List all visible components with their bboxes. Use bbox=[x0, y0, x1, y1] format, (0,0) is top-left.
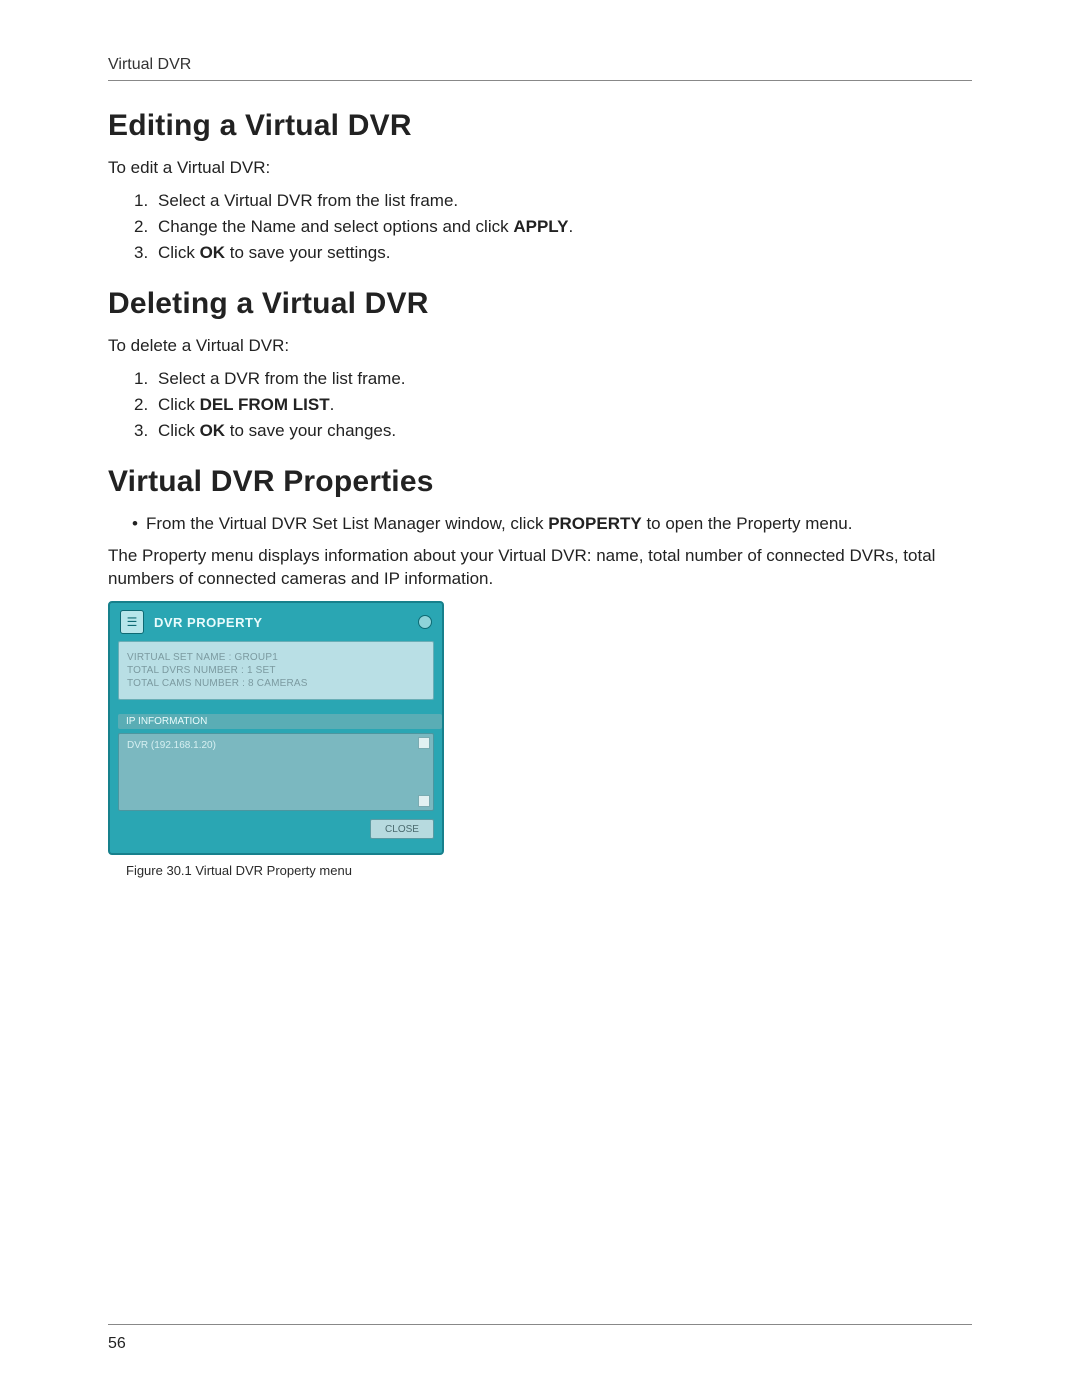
heading-properties: Virtual DVR Properties bbox=[108, 465, 972, 499]
property-row-name: VIRTUAL SET NAME : GROUP1 bbox=[127, 652, 425, 663]
step-text-tail: . bbox=[330, 395, 335, 414]
bottom-rule bbox=[108, 1324, 972, 1325]
step-text: Click bbox=[158, 395, 200, 414]
property-row-dvrs: TOTAL DVRS NUMBER : 1 SET bbox=[127, 665, 425, 676]
step: 3.Click OK to save your changes. bbox=[134, 420, 972, 443]
bullet-text-pre: From the Virtual DVR Set List Manager wi… bbox=[146, 514, 548, 533]
figure-caption: Figure 30.1 Virtual DVR Property menu bbox=[126, 863, 972, 878]
bullet-property: •From the Virtual DVR Set List Manager w… bbox=[132, 513, 972, 536]
page-number: 56 bbox=[108, 1335, 126, 1353]
step: 2.Click DEL FROM LIST. bbox=[134, 394, 972, 417]
intro-editing: To edit a Virtual DVR: bbox=[108, 157, 972, 180]
step-bold: APPLY bbox=[513, 217, 568, 236]
panel-header: ☰ DVR PROPERTY bbox=[110, 603, 442, 641]
step-bold: OK bbox=[200, 421, 226, 440]
step-text: Click bbox=[158, 421, 200, 440]
step-text-tail: . bbox=[568, 217, 573, 236]
scroll-down-button[interactable] bbox=[418, 795, 430, 807]
document-page: Virtual DVR Editing a Virtual DVR To edi… bbox=[0, 0, 1080, 1397]
step: 1.Select a DVR from the list frame. bbox=[134, 368, 972, 391]
ip-info-row: DVR (192.168.1.20) bbox=[127, 740, 425, 751]
step-text-tail: to save your settings. bbox=[225, 243, 390, 262]
ip-info-box: DVR (192.168.1.20) bbox=[118, 733, 434, 811]
step-text: Select a DVR from the list frame. bbox=[158, 369, 406, 388]
close-button[interactable]: CLOSE bbox=[370, 819, 434, 839]
bullet-bold: PROPERTY bbox=[548, 514, 642, 533]
step-number: 1. bbox=[134, 368, 158, 391]
figure-wrap: ☰ DVR PROPERTY VIRTUAL SET NAME : GROUP1… bbox=[108, 601, 972, 878]
panel-footer: CLOSE bbox=[118, 819, 434, 839]
panel-body: VIRTUAL SET NAME : GROUP1 TOTAL DVRS NUM… bbox=[118, 641, 434, 700]
step-text: Change the Name and select options and c… bbox=[158, 217, 513, 236]
ip-info-label: IP INFORMATION bbox=[118, 714, 442, 729]
top-rule bbox=[108, 80, 972, 81]
bullet-dot-icon: • bbox=[132, 513, 146, 536]
step-text: Select a Virtual DVR from the list frame… bbox=[158, 191, 458, 210]
step-text: Click bbox=[158, 243, 200, 262]
step-bold: DEL FROM LIST bbox=[200, 395, 330, 414]
heading-editing: Editing a Virtual DVR bbox=[108, 109, 972, 143]
steps-deleting: 1.Select a DVR from the list frame. 2.Cl… bbox=[134, 368, 972, 443]
properties-paragraph: The Property menu displays information a… bbox=[108, 545, 972, 591]
panel-title: DVR PROPERTY bbox=[154, 615, 408, 630]
intro-deleting: To delete a Virtual DVR: bbox=[108, 335, 972, 358]
step-number: 3. bbox=[134, 420, 158, 443]
bullet-text-post: to open the Property menu. bbox=[642, 514, 853, 533]
running-head: Virtual DVR bbox=[108, 56, 972, 74]
step-number: 1. bbox=[134, 190, 158, 213]
heading-deleting: Deleting a Virtual DVR bbox=[108, 287, 972, 321]
dvr-property-panel: ☰ DVR PROPERTY VIRTUAL SET NAME : GROUP1… bbox=[108, 601, 444, 855]
step: 3.Click OK to save your settings. bbox=[134, 242, 972, 265]
step: 1.Select a Virtual DVR from the list fra… bbox=[134, 190, 972, 213]
step-number: 2. bbox=[134, 216, 158, 239]
property-row-cams: TOTAL CAMS NUMBER : 8 CAMERAS bbox=[127, 678, 425, 689]
step-text-tail: to save your changes. bbox=[225, 421, 396, 440]
step-number: 2. bbox=[134, 394, 158, 417]
step-number: 3. bbox=[134, 242, 158, 265]
panel-icon: ☰ bbox=[120, 610, 144, 634]
step-bold: OK bbox=[200, 243, 226, 262]
scroll-up-button[interactable] bbox=[418, 737, 430, 749]
step: 2.Change the Name and select options and… bbox=[134, 216, 972, 239]
steps-editing: 1.Select a Virtual DVR from the list fra… bbox=[134, 190, 972, 265]
panel-close-button[interactable] bbox=[418, 615, 432, 629]
